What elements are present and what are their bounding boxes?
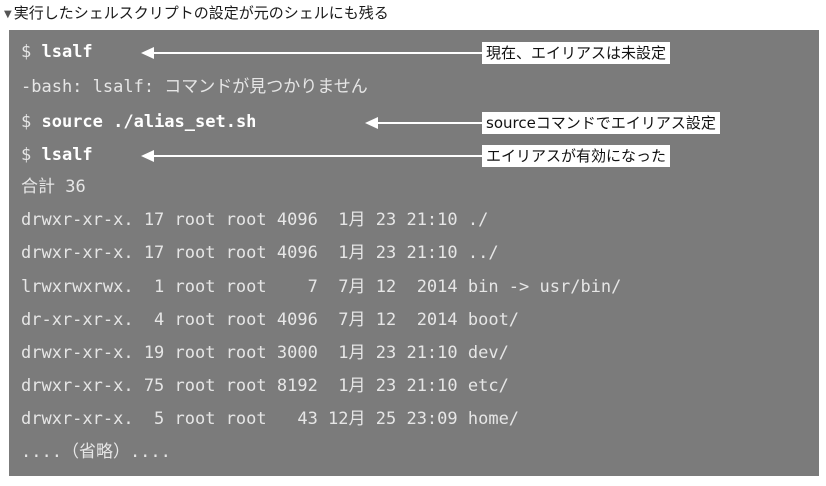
terminal-line-prompt: $ lsalf <box>21 40 93 64</box>
annotation-arrow-left-icon <box>141 150 482 162</box>
prompt-symbol: $ <box>21 145 42 165</box>
terminal-line-omitted: ....（省略）.... <box>21 442 171 462</box>
terminal-line-listing: drwxr-xr-x. 17 root root 4096 1月 23 21:1… <box>21 243 499 263</box>
annotation-label: sourceコマンドでエイリアス設定 <box>482 112 720 134</box>
prompt-symbol: $ <box>21 42 42 62</box>
arrowhead-icon <box>141 47 154 59</box>
terminal-line-listing: drwxr-xr-x. 17 root root 4096 1月 23 21:1… <box>21 210 489 230</box>
triangle-marker-icon: ▼ <box>4 9 12 20</box>
command-text: source ./alias_set.sh <box>41 112 257 132</box>
terminal-line-listing: lrwxrwxrwx. 1 root root 7 7月 12 2014 bin… <box>21 277 622 297</box>
prompt-symbol: $ <box>21 112 42 132</box>
arrowhead-icon <box>365 117 378 129</box>
terminal-output: $ lsalf -bash: lsalf: コマンドが見つかりません $ sou… <box>9 30 819 476</box>
caption-text: 実行したシェルスクリプトの設定が元のシェルにも残る <box>13 4 389 22</box>
terminal-line-listing: drwxr-xr-x. 19 root root 3000 1月 23 21:1… <box>21 343 509 363</box>
annotation-arrow-left-icon <box>365 117 482 129</box>
terminal-line-total: 合計 36 <box>21 177 86 197</box>
command-text: lsalf <box>41 145 93 165</box>
annotation-label: エイリアスが有効になった <box>482 145 671 167</box>
terminal-line-listing: drwxr-xr-x. 5 root root 43 12月 25 23:09 … <box>21 409 520 429</box>
terminal-line-error: -bash: lsalf: コマンドが見つかりません <box>21 77 368 97</box>
terminal-line-prompt: $ source ./alias_set.sh <box>21 110 256 134</box>
terminal-line-listing: dr-xr-xr-x. 4 root root 4096 7月 12 2014 … <box>21 310 520 330</box>
arrowhead-icon <box>141 150 154 162</box>
annotation-arrow-left-icon <box>141 47 482 59</box>
terminal-line-listing: drwxr-xr-x. 75 root root 8192 1月 23 21:1… <box>21 376 509 396</box>
terminal-line-prompt: $ lsalf <box>21 143 93 167</box>
annotation-label: 現在、エイリアスは未設定 <box>482 42 671 64</box>
command-text: lsalf <box>41 42 93 62</box>
figure-caption: ▼ 実行したシェルスクリプトの設定が元のシェルにも残る <box>4 0 389 26</box>
